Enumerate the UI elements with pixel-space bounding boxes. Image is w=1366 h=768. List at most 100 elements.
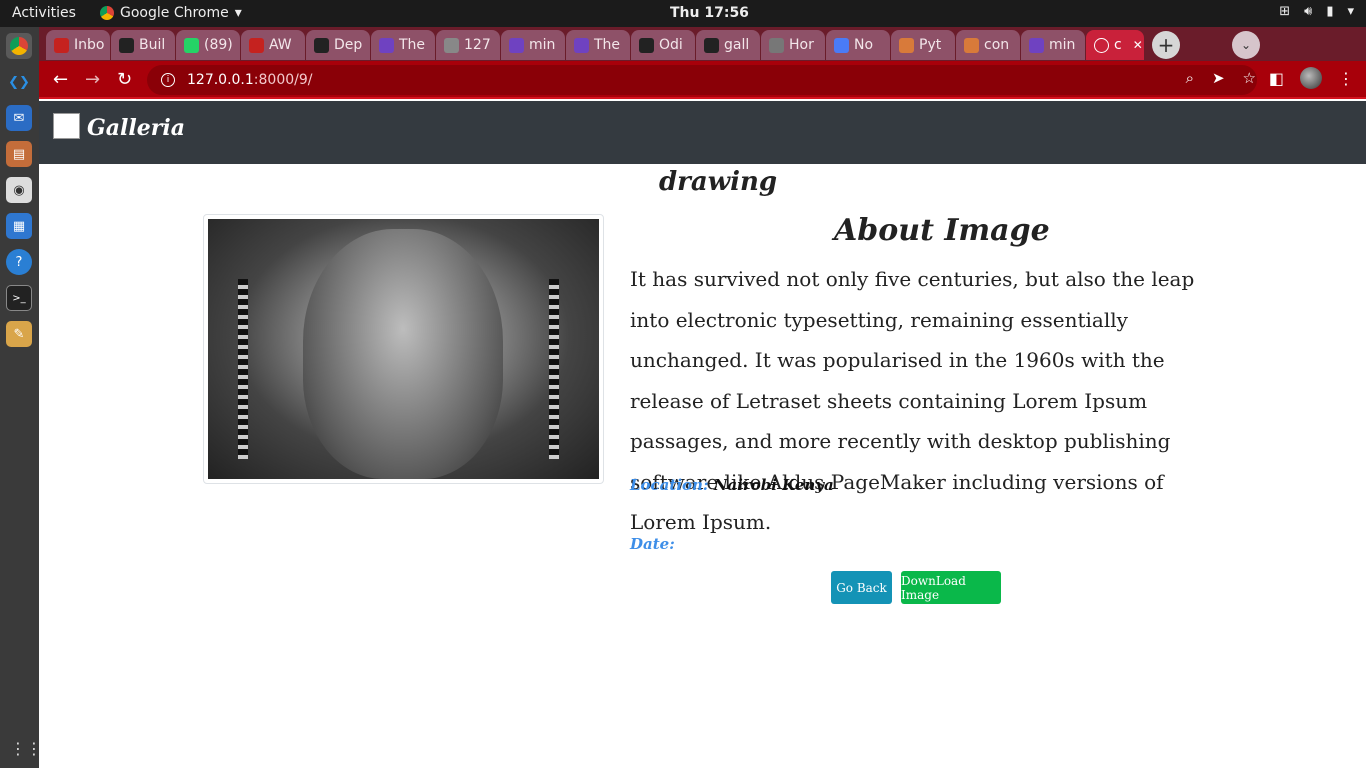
browser-tab[interactable]: Hor bbox=[761, 30, 825, 60]
new-tab-button[interactable]: + bbox=[1152, 31, 1180, 59]
network-icon: ⊞ bbox=[1279, 4, 1291, 19]
browser-tab[interactable]: 127 bbox=[436, 30, 500, 60]
tab-search-button[interactable]: ⌄ bbox=[1232, 31, 1260, 59]
chrome-dock-icon[interactable] bbox=[6, 33, 32, 59]
tab-label: AW bbox=[269, 37, 292, 53]
address-bar[interactable]: i 127.0.0.1:8000/9/ bbox=[147, 65, 1257, 95]
browser-tab[interactable]: AW bbox=[241, 30, 305, 60]
python-icon bbox=[899, 37, 914, 53]
gmail-icon bbox=[249, 37, 264, 53]
omnibox-actions: ⌕ ➤ ☆ bbox=[1186, 69, 1256, 87]
tab-label: Hor bbox=[789, 37, 814, 53]
browser-tab[interactable]: No bbox=[826, 30, 890, 60]
app-name: Google Chrome bbox=[120, 5, 229, 21]
activities-button[interactable]: Activities bbox=[12, 5, 76, 21]
send-icon[interactable]: ➤ bbox=[1212, 69, 1225, 87]
drawing-image bbox=[208, 219, 599, 479]
terminal-dock-icon[interactable]: >_ bbox=[6, 285, 32, 311]
image-viewer-dock-icon[interactable]: ✎ bbox=[6, 321, 32, 347]
url-text[interactable]: 127.0.0.1:8000/9/ bbox=[187, 72, 312, 88]
web-page: Galleria drawing About Image It has surv… bbox=[39, 101, 1366, 768]
thunderbird-dock-icon[interactable]: ✉ bbox=[6, 105, 32, 131]
url-host: 127.0.0.1 bbox=[187, 72, 254, 88]
image-thumbnail bbox=[203, 214, 604, 484]
browser-tab[interactable]: (89) bbox=[176, 30, 240, 60]
dock: ❮❯ ✉ ▤ ◉ ▦ ? >_ ✎ ⋮⋮⋮ bbox=[0, 27, 58, 768]
browser-tab[interactable]: Odi bbox=[631, 30, 695, 60]
app-menu[interactable]: Google Chrome ▾ bbox=[100, 5, 242, 21]
browser-tab[interactable]: min bbox=[1021, 30, 1085, 60]
loading-icon bbox=[444, 37, 459, 53]
browser-tab[interactable]: Buil bbox=[111, 30, 175, 60]
image-description: It has survived not only five centuries,… bbox=[630, 267, 1195, 534]
image-title: drawing bbox=[659, 167, 778, 197]
system-tray[interactable]: ⊞ 🔊︎ ▮ ▾ bbox=[1279, 4, 1354, 19]
buildkite-icon bbox=[119, 37, 134, 53]
browser-tab[interactable]: Pyt bbox=[891, 30, 955, 60]
system-top-bar: Activities Google Chrome ▾ Thu 17:56 ⊞ 🔊… bbox=[0, 0, 1366, 27]
side-panel-icon[interactable]: ◧ bbox=[1269, 69, 1284, 88]
github-icon bbox=[704, 37, 719, 53]
go-back-button[interactable]: Go Back bbox=[831, 571, 892, 604]
browser-tab[interactable]: Dep bbox=[306, 30, 370, 60]
tab-label: (89) bbox=[204, 37, 233, 53]
info-icon[interactable]: i bbox=[161, 73, 175, 87]
bookmark-star-icon[interactable]: ☆ bbox=[1243, 69, 1256, 87]
tab-label: con bbox=[984, 37, 1010, 53]
browser-toolbar: ← → ↻ i 127.0.0.1:8000/9/ ⌕ ➤ ☆ ◧ ⋮ bbox=[39, 61, 1366, 99]
whatsapp-icon bbox=[184, 37, 199, 53]
zoom-icon[interactable]: ⌕ bbox=[1186, 69, 1194, 87]
browser-tab[interactable]: c ✕ bbox=[1086, 30, 1144, 60]
tab-label: Buil bbox=[139, 37, 166, 53]
browser-tab[interactable]: con bbox=[956, 30, 1020, 60]
portrait-face bbox=[303, 229, 503, 479]
tab-label: Pyt bbox=[919, 37, 942, 53]
tab-label: Dep bbox=[334, 37, 363, 53]
browser-tab[interactable]: The bbox=[566, 30, 630, 60]
date-row: Date: bbox=[630, 535, 675, 553]
about-heading: About Image bbox=[834, 213, 1050, 248]
files-dock-icon[interactable]: ▤ bbox=[6, 141, 32, 167]
browser-tab[interactable]: min bbox=[501, 30, 565, 60]
reload-icon[interactable]: ↻ bbox=[117, 69, 132, 90]
date-label: Date: bbox=[630, 535, 675, 553]
browser-tab[interactable]: The bbox=[371, 30, 435, 60]
location-value: Nairobi Kenya bbox=[713, 476, 834, 494]
globe-icon bbox=[1094, 37, 1109, 53]
tab-label: Inbo bbox=[74, 37, 105, 53]
chevron-down-icon: ▾ bbox=[234, 5, 242, 21]
tab-strip: Inbo Buil (89) AW Dep The 127 min The Odi gall Hor N… bbox=[39, 27, 1366, 61]
disk-dock-icon[interactable]: ◉ bbox=[6, 177, 32, 203]
forward-arrow-icon[interactable]: → bbox=[85, 69, 100, 90]
chrome-icon bbox=[100, 6, 114, 20]
browser-tab[interactable]: gall bbox=[696, 30, 760, 60]
circle-icon bbox=[834, 37, 849, 53]
earring-right bbox=[549, 279, 559, 459]
tab-label: 127 bbox=[464, 37, 491, 53]
help-dock-icon[interactable]: ? bbox=[6, 249, 32, 275]
heroku-icon bbox=[1029, 37, 1044, 53]
github-icon bbox=[639, 37, 654, 53]
menu-dots-icon[interactable]: ⋮ bbox=[1338, 69, 1354, 88]
gmail-icon bbox=[54, 37, 69, 53]
battery-icon: ▮ bbox=[1326, 4, 1334, 19]
tab-label: min bbox=[1049, 37, 1076, 53]
chevron-down-icon: ▾ bbox=[1347, 4, 1354, 19]
text-editor-dock-icon[interactable]: ▦ bbox=[6, 213, 32, 239]
clock[interactable]: Thu 17:56 bbox=[670, 5, 749, 21]
location-row: Location: Nairobi Kenya bbox=[630, 476, 834, 494]
brand-broken-image-icon[interactable] bbox=[53, 113, 80, 139]
back-arrow-icon[interactable]: ← bbox=[53, 69, 68, 90]
tab-label: gall bbox=[724, 37, 750, 53]
toolbar-actions: ◧ ⋮ bbox=[1269, 67, 1354, 89]
profile-avatar[interactable] bbox=[1300, 67, 1322, 89]
close-tab-icon[interactable]: ✕ bbox=[1133, 38, 1143, 52]
download-image-button[interactable]: DownLoad Image bbox=[901, 571, 1001, 604]
vscode-dock-icon[interactable]: ❮❯ bbox=[6, 69, 32, 95]
browser-tab[interactable]: Inbo bbox=[46, 30, 110, 60]
brand-link[interactable]: Galleria bbox=[87, 115, 185, 141]
tab-label: The bbox=[594, 37, 621, 53]
heroku-icon bbox=[574, 37, 589, 53]
globe-icon bbox=[769, 37, 784, 53]
tab-label: No bbox=[854, 37, 874, 53]
